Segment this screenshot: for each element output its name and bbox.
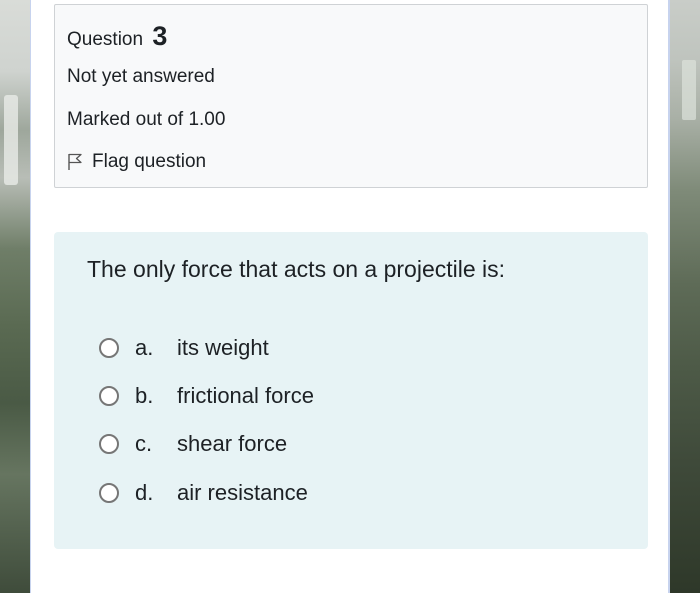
answer-letter-b: b.: [135, 383, 154, 408]
screen: Question 3 Not yet answered Marked out o…: [0, 0, 700, 593]
question-heading: Question 3: [67, 21, 167, 52]
flag-icon: [68, 153, 82, 170]
question-info-box: Question 3 Not yet answered Marked out o…: [54, 4, 648, 188]
question-number: 3: [152, 21, 168, 51]
answer-option-b[interactable]: b. frictional force: [99, 381, 314, 411]
quiz-page: Question 3 Not yet answered Marked out o…: [30, 0, 670, 593]
background-right: [668, 0, 700, 593]
answer-label-d: air resistance: [177, 480, 308, 505]
radio-button-d[interactable]: [99, 483, 119, 503]
flag-question-label: Flag question: [92, 151, 207, 172]
question-state: Not yet answered: [67, 66, 215, 87]
answer-option-a[interactable]: a. its weight: [99, 333, 269, 363]
question-label: Question: [67, 29, 144, 50]
answer-label-b: frictional force: [177, 383, 314, 408]
question-text: The only force that acts on a projectile…: [87, 256, 506, 282]
answer-letter-a: a.: [135, 335, 154, 360]
answer-label-a: its weight: [177, 335, 269, 360]
answer-option-c[interactable]: c. shear force: [99, 429, 287, 459]
answer-option-d[interactable]: d. air resistance: [99, 478, 308, 508]
answer-label-c: shear force: [177, 431, 288, 456]
background-left: [0, 0, 30, 593]
answer-letter-d: d.: [135, 480, 154, 505]
question-content-box: The only force that acts on a projectile…: [54, 232, 648, 549]
flag-question-link[interactable]: Flag question: [67, 151, 206, 173]
radio-button-b[interactable]: [99, 386, 119, 406]
answer-letter-c: c.: [135, 431, 153, 456]
radio-button-c[interactable]: [99, 434, 119, 454]
radio-button-a[interactable]: [99, 338, 119, 358]
question-grade: Marked out of 1.00: [67, 109, 226, 130]
